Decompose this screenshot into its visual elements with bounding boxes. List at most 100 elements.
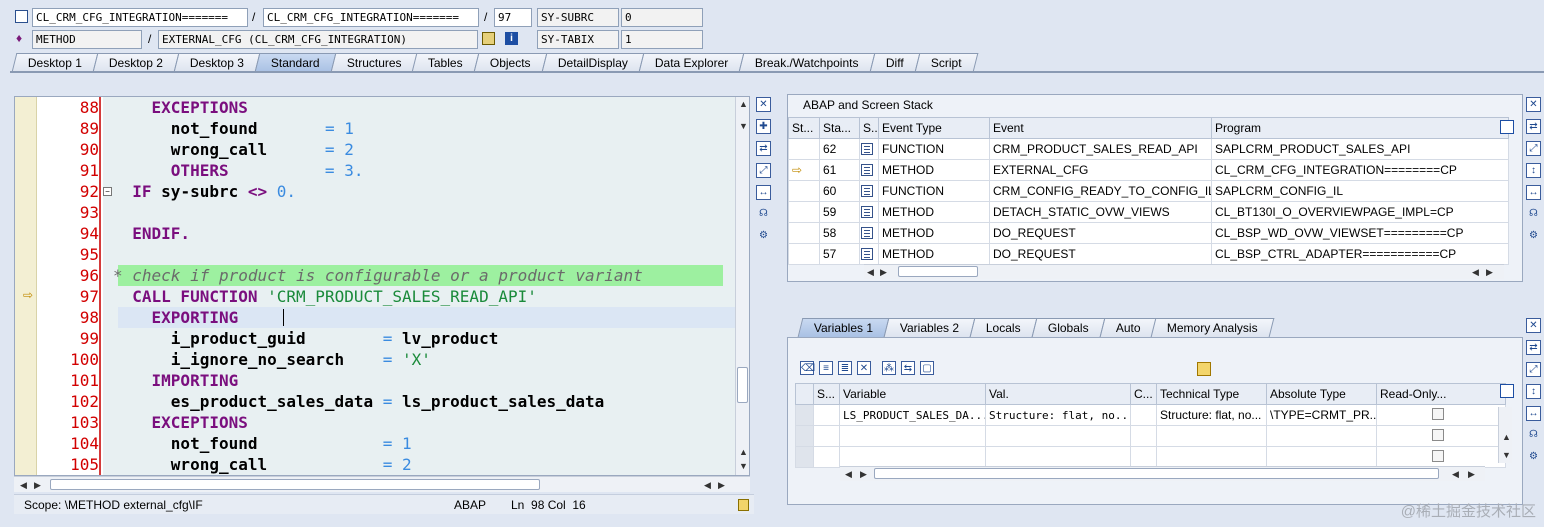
scroll-down-icon[interactable]: ▼ <box>739 121 748 131</box>
delete-icon[interactable]: ⌫ <box>800 361 815 375</box>
resize-icon[interactable]: ↔ <box>1526 185 1541 200</box>
variables-vscroll[interactable]: ▲ ▼ <box>1498 407 1512 463</box>
scroll-left-icon[interactable]: ◀ <box>1452 469 1459 479</box>
settings-icon[interactable]: ⚙ <box>756 229 771 244</box>
scroll-up-icon[interactable]: ▲ <box>739 99 748 109</box>
tab-globals[interactable]: Globals <box>1031 318 1106 337</box>
line-field[interactable]: 97 <box>494 8 532 27</box>
column-header[interactable]: Technical Type <box>1156 383 1267 405</box>
editor-vscroll[interactable]: ▲ ▼ ▲ ▼ <box>735 97 749 475</box>
sysfield-name-1[interactable]: SY-SUBRC <box>537 8 619 27</box>
scroll-right-icon[interactable]: ▶ <box>1486 267 1493 277</box>
code-line[interactable]: 92 IF sy-subrc <> 0. <box>15 181 749 202</box>
tab-diff[interactable]: Diff <box>869 53 921 72</box>
code-line[interactable]: 93 <box>15 202 749 223</box>
column-settings-icon[interactable] <box>1500 120 1514 134</box>
code-line[interactable]: 102 es_product_sales_data = ls_product_s… <box>15 391 749 412</box>
hierarchy-icon[interactable]: ⁂ <box>882 361 896 375</box>
scroll-left-icon[interactable]: ◀ <box>1472 267 1479 277</box>
column-header[interactable]: Event Type <box>878 117 990 139</box>
tab-variables-2[interactable]: Variables 2 <box>883 318 976 337</box>
list-icon[interactable]: ≡ <box>819 361 833 375</box>
column-settings-icon[interactable] <box>1500 384 1514 398</box>
scroll-down-icon[interactable]: ▼ <box>1502 450 1511 460</box>
transfer-icon[interactable]: ⇆ <box>901 361 915 375</box>
variable-row[interactable]: LS_PRODUCT_SALES_DA... Structure: flat, n… <box>795 404 1506 426</box>
close-icon[interactable]: ✕ <box>756 97 771 112</box>
code-line[interactable]: 88 EXCEPTIONS <box>15 97 749 118</box>
tab-break-watchpoints[interactable]: Break./Watchpoints <box>738 53 876 72</box>
settings-icon[interactable]: ⚙ <box>1526 450 1541 465</box>
close-icon[interactable]: ✕ <box>1526 97 1541 112</box>
column-header[interactable]: S... <box>859 117 879 139</box>
column-header[interactable]: St... <box>788 117 820 139</box>
code-line[interactable]: 104 not_found = 1 <box>15 433 749 454</box>
tab-memory-analysis[interactable]: Memory Analysis <box>1151 318 1275 337</box>
resize-icon[interactable]: ↕ <box>1526 163 1541 178</box>
column-header[interactable]: S... <box>813 383 840 405</box>
tab-structures[interactable]: Structures <box>330 53 418 72</box>
services-icon[interactable]: ☊ <box>1526 207 1541 222</box>
scroll-up-icon[interactable]: ▲ <box>739 447 748 457</box>
sysfield-value-2[interactable]: 1 <box>621 30 703 49</box>
read-only-checkbox[interactable] <box>1432 428 1444 441</box>
tab-desktop-1[interactable]: Desktop 1 <box>11 53 99 72</box>
column-header[interactable]: Program <box>1211 117 1509 139</box>
tab-desktop-3[interactable]: Desktop 3 <box>173 53 261 72</box>
code-line[interactable]: 105 wrong_call = 2 <box>15 454 749 475</box>
maximize-icon[interactable]: ⤢ <box>1526 362 1541 377</box>
read-only-checkbox[interactable] <box>1432 407 1444 420</box>
code-line[interactable]: 100 i_ignore_no_search = 'X' <box>15 349 749 370</box>
swap-tool-icon[interactable]: ⇄ <box>756 141 771 156</box>
select-icon[interactable]: ▢ <box>920 361 934 375</box>
code-line[interactable]: 101 IMPORTING <box>15 370 749 391</box>
resize-icon[interactable]: ↔ <box>756 185 771 200</box>
column-header[interactable]: Event <box>989 117 1212 139</box>
scroll-left-icon[interactable]: ◀ <box>845 469 852 479</box>
scroll-right-icon[interactable]: ▶ <box>860 469 867 479</box>
notes-icon[interactable] <box>738 499 749 511</box>
tab-tables[interactable]: Tables <box>412 53 480 72</box>
scroll-right-icon[interactable]: ▶ <box>34 480 41 490</box>
services-icon[interactable]: ☊ <box>756 207 771 222</box>
stack-row[interactable]: 59 METHOD DETACH_STATIC_OVW_VIEWS CL_BT130I… <box>788 201 1509 223</box>
column-header[interactable]: Read-Only... <box>1376 383 1506 405</box>
sysfield-value-1[interactable]: 0 <box>621 8 703 27</box>
close-icon[interactable]: ✕ <box>1526 318 1541 333</box>
code-line[interactable]: 95 <box>15 244 749 265</box>
resize-icon[interactable]: ↔ <box>1526 406 1541 421</box>
variable-row[interactable] <box>795 446 1506 468</box>
variables-hscroll[interactable]: ◀ ▶ ◀ ▶ <box>840 466 1485 481</box>
scroll-right-icon[interactable]: ▶ <box>718 480 725 490</box>
tab-locals[interactable]: Locals <box>969 318 1038 337</box>
tab-script[interactable]: Script <box>914 53 978 72</box>
code-line[interactable]: 89 not_found = 1 <box>15 118 749 139</box>
read-only-checkbox[interactable] <box>1432 449 1444 462</box>
scroll-down-icon[interactable]: ▼ <box>739 461 748 471</box>
column-header[interactable]: C... <box>1130 383 1157 405</box>
code-line[interactable]: 98 EXPORTING <box>15 307 749 328</box>
scroll-right-icon[interactable]: ▶ <box>1468 469 1475 479</box>
column-header[interactable]: Variable <box>839 383 986 405</box>
code-line[interactable]: 97 CALL FUNCTION 'CRM_PRODUCT_SALES_READ… <box>15 286 749 307</box>
hscroll-thumb[interactable] <box>50 479 540 490</box>
source-editor[interactable]: − ⇨ 88 EXCEPTIONS 89 not_found = 1 90 wron… <box>14 96 750 476</box>
services-icon[interactable]: ☊ <box>1526 428 1541 443</box>
stack-hscroll[interactable]: ◀ ▶ ◀ ▶ <box>864 264 1504 279</box>
save-icon[interactable] <box>1197 362 1211 376</box>
scroll-up-icon[interactable]: ▲ <box>1502 432 1511 442</box>
tab-auto[interactable]: Auto <box>1099 318 1157 337</box>
stack-table[interactable]: St...Sta...S...Event TypeEventProgram 62… <box>788 117 1509 265</box>
table-icon[interactable] <box>482 32 495 45</box>
code-line[interactable]: 103 EXCEPTIONS <box>15 412 749 433</box>
column-header[interactable]: Sta... <box>819 117 860 139</box>
maximize-icon[interactable]: ⤢ <box>756 163 771 178</box>
list-detail-icon[interactable]: ≣ <box>838 361 852 375</box>
code-line[interactable]: 96 * check if product is configurable or … <box>15 265 749 286</box>
event-field[interactable]: EXTERNAL_CFG (CL_CRM_CFG_INTEGRATION) <box>158 30 478 49</box>
stack-row[interactable]: 60 FUNCTION CRM_CONFIG_READY_TO_CONFIG_IL S… <box>788 180 1509 202</box>
tab-standard[interactable]: Standard <box>254 53 337 72</box>
hscroll-thumb[interactable] <box>898 266 978 277</box>
maximize-icon[interactable]: ⤢ <box>1526 141 1541 156</box>
code-line[interactable]: 90 wrong_call = 2 <box>15 139 749 160</box>
